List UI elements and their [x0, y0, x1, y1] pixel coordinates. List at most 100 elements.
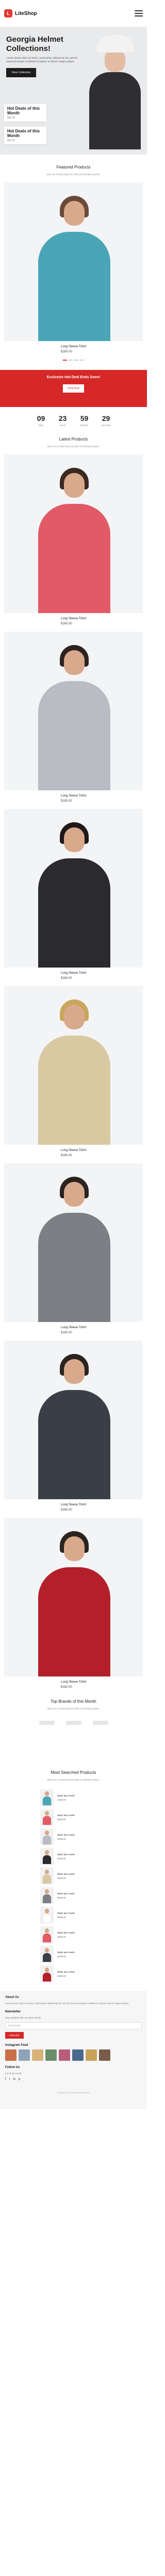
product-name[interactable]: Long Sleeve Tshirt: [61, 1326, 143, 1329]
product-thumbnail[interactable]: [40, 1809, 54, 1825]
product-name[interactable]: Black lace Heels: [58, 1951, 75, 1954]
list-item[interactable]: Black lace Heels $189.00: [40, 1807, 107, 1827]
product-name[interactable]: Long Sleeve Tshirt: [61, 617, 143, 620]
product-card[interactable]: Long Sleeve Tshirt $180.00: [4, 986, 143, 1157]
brand-logo[interactable]: [92, 1721, 108, 1725]
product-image[interactable]: [4, 632, 143, 790]
product-price: $180.00: [61, 1686, 72, 1689]
social-icon[interactable]: p: [19, 2078, 20, 2081]
about-title: About Us: [5, 1996, 19, 1999]
product-card[interactable]: Long Sleeve Tshirt $180.00: [4, 1163, 143, 1334]
carousel-dot[interactable]: [69, 360, 73, 361]
logo-text[interactable]: LiteShop: [15, 11, 37, 16]
product-price: $189.00: [57, 1876, 66, 1879]
list-item[interactable]: Black lace Heels $189.00: [40, 1944, 107, 1964]
product-card[interactable]: Long Sleeve Tshirt $180.00: [4, 809, 143, 980]
product-thumbnail[interactable]: [40, 1789, 54, 1806]
product-thumbnail[interactable]: [40, 1907, 54, 1923]
product-name[interactable]: Long Sleeve Tshirt: [61, 972, 143, 975]
page: L LiteShop Georgia Helmet Collections! L…: [0, 0, 147, 2109]
instagram-thumbnail[interactable]: [99, 2049, 110, 2061]
list-item[interactable]: Black lace Heels $189.00: [40, 1964, 107, 1984]
list-item[interactable]: Black lace Heels $189.00: [40, 1925, 107, 1944]
instagram-thumbnail[interactable]: [32, 2049, 43, 2061]
product-image[interactable]: [4, 454, 143, 613]
product-name[interactable]: Black lace Heels: [58, 1892, 75, 1895]
list-item[interactable]: Black lace Heels $189.00: [40, 1827, 107, 1846]
product-name[interactable]: Black lace Heels: [58, 1931, 75, 1934]
list-item[interactable]: Black lace Heels $189.00: [40, 1886, 107, 1905]
view-collection-button[interactable]: View Collection: [6, 68, 36, 77]
product-image[interactable]: [4, 1163, 143, 1322]
logo-icon[interactable]: L: [4, 9, 12, 18]
product-name[interactable]: Black lace Heels: [58, 1834, 75, 1836]
carousel-dot[interactable]: [74, 360, 78, 361]
social-icon[interactable]: in: [13, 2078, 15, 2081]
social-icon[interactable]: f: [5, 2078, 6, 2081]
hero-deal-badge[interactable]: Hot Deals of this Month $59.00: [4, 104, 46, 122]
hero-badge-title: Hot Deals of this Month: [7, 129, 40, 138]
deal-title: Exclusive Hot Deal Ends Soon!: [46, 376, 101, 379]
product-name[interactable]: Long Sleeve Tshirt: [61, 1149, 143, 1152]
most-searched-title: Most Searched Products: [51, 1770, 96, 1775]
list-item[interactable]: Black lace Heels $189.00: [40, 1866, 107, 1886]
hero-deal-badge[interactable]: Hot Deals of this Month $59.00: [4, 127, 46, 144]
brand-logo[interactable]: [65, 1721, 81, 1725]
product-card[interactable]: Long Sleeve Tshirt $180.00: [4, 1341, 143, 1512]
brand-logos: [0, 1721, 147, 1725]
product-thumbnail[interactable]: [40, 1965, 54, 1982]
instagram-thumbnail[interactable]: [59, 2049, 70, 2061]
instagram-thumbnail[interactable]: [45, 2049, 57, 2061]
instagram-feed: [5, 2049, 142, 2061]
product-thumbnail[interactable]: [40, 1848, 54, 1865]
instagram-thumbnail[interactable]: [72, 2049, 84, 2061]
product-card[interactable]: Long Sleeve Tshirt $180.00: [4, 1518, 143, 1689]
brand-logo[interactable]: [39, 1721, 55, 1725]
shop-now-button[interactable]: Shop Now: [62, 384, 85, 393]
list-item[interactable]: Black lace Heels $189.00: [40, 1905, 107, 1925]
list-item[interactable]: Black lace Heels $189.00: [40, 1788, 107, 1807]
product-card[interactable]: Long Sleeve Tshirt $180.00: [4, 454, 143, 625]
social-icon[interactable]: t: [9, 2078, 10, 2081]
product-image[interactable]: [4, 1518, 143, 1676]
product-image[interactable]: [4, 809, 143, 968]
product-name[interactable]: Black lace Heels: [58, 1814, 75, 1817]
list-item[interactable]: Black lace Heels $189.00: [40, 1846, 107, 1866]
product-thumbnail[interactable]: [40, 1946, 54, 1962]
product-thumbnail[interactable]: [40, 1828, 54, 1845]
product-name[interactable]: Long Sleeve Tshirt: [61, 1681, 143, 1684]
menu-icon[interactable]: [135, 10, 143, 16]
carousel-dots[interactable]: [0, 360, 147, 361]
product-name[interactable]: Black lace Heels: [58, 1794, 75, 1797]
instagram-thumbnail[interactable]: [5, 2049, 16, 2061]
product-image[interactable]: [4, 1341, 143, 1499]
countdown-days: 09 Days: [37, 414, 45, 427]
product-card[interactable]: Long Sleeve Tshirt $180.00: [4, 182, 143, 353]
product-thumbnail[interactable]: [40, 1926, 54, 1943]
carousel-dot[interactable]: [63, 360, 67, 361]
product-name[interactable]: Long Sleeve Tshirt: [61, 794, 143, 798]
carousel-dot[interactable]: [80, 360, 84, 361]
product-name[interactable]: Long Sleeve Tshirt: [61, 1503, 143, 1506]
featured-title: Featured Products: [56, 165, 91, 170]
hero-title: Georgia Helmet Collections!: [6, 35, 63, 53]
product-image[interactable]: [4, 182, 143, 341]
subscribe-button[interactable]: Subscribe: [5, 2032, 24, 2039]
product-name[interactable]: Long Sleeve Tshirt: [61, 345, 143, 348]
instagram-thumbnail[interactable]: [86, 2049, 97, 2061]
email-field[interactable]: Enter Email: [5, 2022, 142, 2029]
product-thumbnail[interactable]: [40, 1868, 54, 1884]
product-image[interactable]: [4, 986, 143, 1145]
product-price: $180.00: [61, 800, 72, 803]
product-price: $180.00: [61, 1154, 72, 1157]
product-name[interactable]: Black lace Heels: [58, 1873, 75, 1875]
product-name[interactable]: Black lace Heels: [58, 1853, 75, 1856]
product-price: $180.00: [61, 622, 72, 625]
instagram-thumbnail[interactable]: [19, 2049, 30, 2061]
product-name[interactable]: Black lace Heels: [58, 1971, 75, 1973]
product-name[interactable]: Black lace Heels: [58, 1912, 75, 1914]
newsletter-title: Newsletter: [5, 2010, 21, 2013]
product-card[interactable]: Long Sleeve Tshirt $180.00: [4, 632, 143, 803]
brands-subtitle: Who are in extremely love with eco frien…: [47, 1707, 100, 1710]
product-thumbnail[interactable]: [40, 1887, 54, 1904]
